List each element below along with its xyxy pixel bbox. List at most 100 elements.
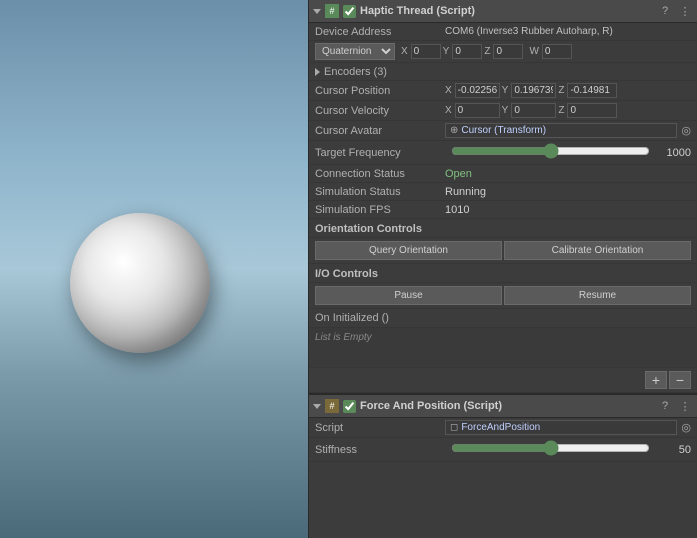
- query-orientation-button[interactable]: Query Orientation: [315, 241, 502, 260]
- script-field-value: ForceAndPosition: [461, 422, 540, 433]
- script-field-icon: ◻: [450, 422, 458, 433]
- cursor-avatar-value-container[interactable]: ⊕ Cursor (Transform): [445, 123, 677, 138]
- target-frequency-label: Target Frequency: [315, 147, 445, 159]
- quaternion-dropdown[interactable]: Quaternion: [315, 43, 395, 60]
- script1-icon: #: [325, 4, 339, 18]
- on-initialized-label: On Initialized (): [315, 312, 389, 324]
- script-field-label: Script: [315, 422, 445, 434]
- encoders-label: Encoders (3): [324, 66, 454, 78]
- io-buttons-row: Pause Resume: [309, 283, 697, 309]
- script-field-row: Script ◻ ForceAndPosition ◎: [309, 418, 697, 438]
- quat-x-label: X: [401, 46, 408, 57]
- cursor-position-fields: X Y Z: [445, 83, 617, 98]
- script1-menu-button[interactable]: ⋮: [677, 3, 693, 19]
- haptic-thread-header: # Haptic Thread (Script) ? ⋮: [309, 0, 697, 23]
- connection-status-row: Connection Status Open: [309, 165, 697, 183]
- target-frequency-slider[interactable]: [451, 143, 650, 159]
- cursor-vel-y-input[interactable]: [511, 103, 556, 118]
- quat-z-input[interactable]: [493, 44, 523, 59]
- cursor-position-label: Cursor Position: [315, 85, 445, 97]
- quaternion-xyz-fields: X Y Z W: [401, 44, 572, 59]
- resume-button[interactable]: Resume: [504, 286, 691, 305]
- cursor-avatar-value: Cursor (Transform): [461, 125, 546, 136]
- script2-help-button[interactable]: ?: [657, 398, 673, 414]
- collapse-triangle2-icon[interactable]: [313, 404, 321, 409]
- cursor-pos-z-label: Z: [558, 85, 564, 96]
- quaternion-row: Quaternion X Y Z W: [309, 41, 697, 63]
- device-address-row: Device Address COM6 (Inverse3 Rubber Aut…: [309, 23, 697, 41]
- inspector-panel: # Haptic Thread (Script) ? ⋮ Device Addr…: [308, 0, 697, 538]
- cursor-pos-y-input[interactable]: [511, 83, 556, 98]
- io-controls-header: I/O Controls: [309, 264, 697, 283]
- cursor-velocity-row: Cursor Velocity X Y Z: [309, 101, 697, 121]
- device-address-label: Device Address: [315, 26, 445, 38]
- script2-header-icons: ? ⋮: [657, 398, 693, 414]
- connection-status-label: Connection Status: [315, 168, 445, 180]
- cursor-vel-y-label: Y: [502, 105, 509, 116]
- cursor-avatar-icon: ⊕: [450, 125, 458, 136]
- cursor-vel-z-input[interactable]: [567, 103, 617, 118]
- script1-help-button[interactable]: ?: [657, 3, 673, 19]
- quat-x-input[interactable]: [411, 44, 441, 59]
- script-field-value-container[interactable]: ◻ ForceAndPosition: [445, 420, 677, 435]
- orientation-controls-header: Orientation Controls: [309, 219, 697, 238]
- add-remove-row: + −: [309, 368, 697, 393]
- calibrate-orientation-button[interactable]: Calibrate Orientation: [504, 241, 691, 260]
- quat-w-label: W: [529, 46, 538, 57]
- encoders-row[interactable]: Encoders (3): [309, 63, 697, 81]
- script1-header-icons: ? ⋮: [657, 3, 693, 19]
- target-frequency-row: Target Frequency 1000: [309, 141, 697, 165]
- stiffness-label: Stiffness: [315, 444, 445, 456]
- connection-status-value: Open: [445, 168, 691, 180]
- simulation-fps-value: 1010: [445, 204, 691, 216]
- script-field-target-icon[interactable]: ◎: [681, 421, 691, 434]
- quat-y-input[interactable]: [452, 44, 482, 59]
- cursor-vel-z-label: Z: [558, 105, 564, 116]
- collapse-triangle-icon[interactable]: [313, 9, 321, 14]
- pause-button[interactable]: Pause: [315, 286, 502, 305]
- simulation-status-value: Running: [445, 186, 691, 198]
- cursor-velocity-fields: X Y Z: [445, 103, 617, 118]
- stiffness-row: Stiffness 50: [309, 438, 697, 462]
- script2-menu-button[interactable]: ⋮: [677, 398, 693, 414]
- list-empty-row: List is Empty: [309, 328, 697, 368]
- quat-w-input[interactable]: [542, 44, 572, 59]
- cursor-velocity-label: Cursor Velocity: [315, 105, 445, 117]
- simulation-fps-label: Simulation FPS: [315, 204, 445, 216]
- cursor-avatar-label: Cursor Avatar: [315, 125, 445, 137]
- simulation-status-label: Simulation Status: [315, 186, 445, 198]
- target-frequency-slider-container: [451, 143, 650, 162]
- sphere-object: [70, 213, 210, 353]
- quat-y-label: Y: [443, 46, 450, 57]
- cursor-avatar-row: Cursor Avatar ⊕ Cursor (Transform) ◎: [309, 121, 697, 141]
- simulation-fps-row: Simulation FPS 1010: [309, 201, 697, 219]
- stiffness-value: 50: [656, 444, 691, 456]
- script2-enabled-checkbox[interactable]: [343, 400, 356, 413]
- cursor-pos-z-input[interactable]: [567, 83, 617, 98]
- target-frequency-value: 1000: [656, 147, 691, 159]
- simulation-status-row: Simulation Status Running: [309, 183, 697, 201]
- force-position-header: # Force And Position (Script) ? ⋮: [309, 393, 697, 418]
- add-event-button[interactable]: +: [645, 371, 667, 389]
- cursor-pos-x-input[interactable]: [455, 83, 500, 98]
- cursor-pos-x-label: X: [445, 85, 452, 96]
- script1-title: Haptic Thread (Script): [360, 5, 657, 17]
- sphere-mesh: [70, 213, 210, 353]
- remove-event-button[interactable]: −: [669, 371, 691, 389]
- quat-z-label: Z: [484, 46, 490, 57]
- encoders-triangle-icon: [315, 68, 320, 76]
- cursor-pos-y-label: Y: [502, 85, 509, 96]
- cursor-avatar-target-icon[interactable]: ◎: [681, 124, 691, 137]
- device-address-value: COM6 (Inverse3 Rubber Autoharp, R): [445, 26, 691, 37]
- stiffness-slider[interactable]: [451, 440, 650, 456]
- script2-icon: #: [325, 399, 339, 413]
- cursor-vel-x-label: X: [445, 105, 452, 116]
- script1-enabled-checkbox[interactable]: [343, 5, 356, 18]
- orientation-buttons-row: Query Orientation Calibrate Orientation: [309, 238, 697, 264]
- unity-viewport: [0, 0, 308, 538]
- list-empty-label: List is Empty: [315, 332, 372, 343]
- cursor-vel-x-input[interactable]: [455, 103, 500, 118]
- on-initialized-row[interactable]: On Initialized (): [309, 309, 697, 328]
- stiffness-slider-container: [451, 440, 650, 459]
- script2-title: Force And Position (Script): [360, 400, 657, 412]
